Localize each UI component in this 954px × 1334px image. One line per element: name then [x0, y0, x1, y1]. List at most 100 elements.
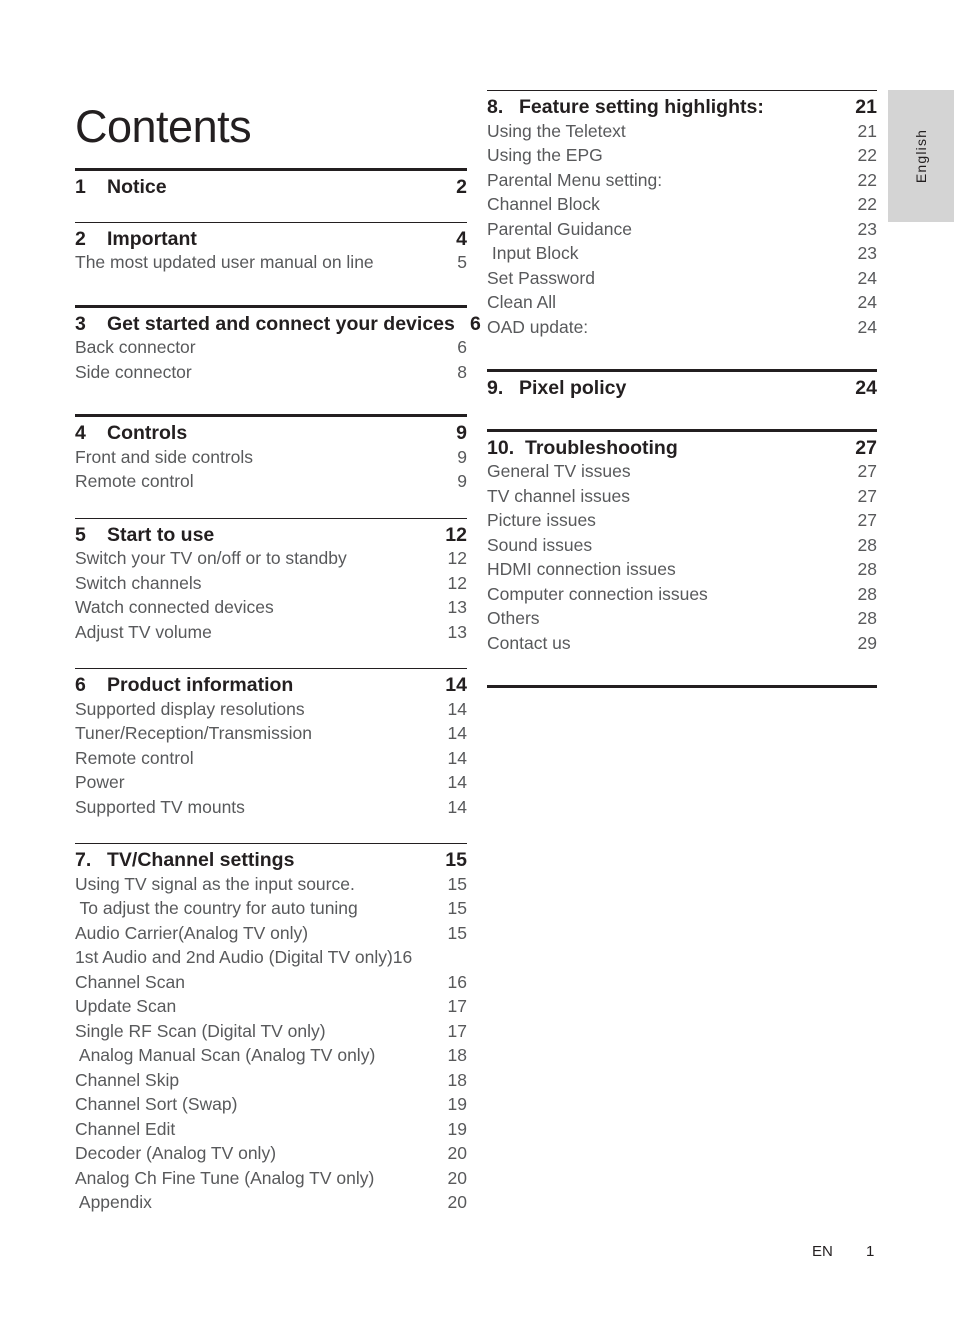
toc-section-heading[interactable]: 7. TV/Channel settings 15	[75, 849, 467, 871]
toc-subitem[interactable]: Tuner/Reception/Transmission 14	[75, 721, 467, 746]
subitem-label: Switch your TV on/off or to standby	[75, 548, 347, 568]
subitem-label: 1st Audio and 2nd Audio (Digital TV only…	[75, 947, 393, 967]
toc-subitem-list: Supported display resolutions 14 Tuner/Rec…	[75, 697, 467, 820]
toc-subitem[interactable]: Remote control 14	[75, 746, 467, 771]
toc-subitem[interactable]: Watch connected devices 13	[75, 595, 467, 620]
toc-subitem[interactable]: Power 14	[75, 770, 467, 795]
toc-section-heading[interactable]: 6 Product information 14	[75, 674, 467, 696]
toc-subitem[interactable]: Switch channels 12	[75, 571, 467, 596]
toc-subitem[interactable]: Audio Carrier(Analog TV only) 15	[75, 921, 467, 946]
subitem-page-number: 6	[457, 337, 467, 357]
section-title: Pixel policy	[519, 377, 627, 399]
section-page-number: 21	[855, 96, 877, 118]
toc-subitem[interactable]: 1st Audio and 2nd Audio (Digital TV only…	[75, 945, 467, 970]
toc-subitem[interactable]: Supported display resolutions 14	[75, 697, 467, 722]
toc-subitem[interactable]: Supported TV mounts 14	[75, 795, 467, 820]
subitem-label: Back connector	[75, 337, 196, 357]
section-number: 7.	[75, 849, 92, 871]
subitem-label: Using TV signal as the input source.	[75, 873, 355, 894]
toc-subitem[interactable]: Front and side controls 9	[75, 445, 467, 470]
subitem-label: Using the EPG	[487, 145, 603, 165]
toc-subitem[interactable]: Channel Edit 19	[75, 1117, 467, 1142]
toc-subitem[interactable]: Channel Skip 18	[75, 1068, 467, 1093]
section-number: 2	[75, 227, 86, 250]
toc-subitem[interactable]: Set Password 24	[487, 266, 877, 291]
toc-subitem[interactable]: Input Block 23	[487, 241, 877, 266]
section-title: Start to use	[107, 523, 215, 546]
toc-subitem[interactable]: Computer connection issues 28	[487, 582, 877, 607]
toc-subitem[interactable]: Appendix 20	[75, 1190, 467, 1215]
toc-subitem[interactable]: Adjust TV volume 13	[75, 620, 467, 645]
toc-subitem[interactable]: Remote control 9	[75, 469, 467, 494]
toc-subitem[interactable]: To adjust the country for auto tuning 15	[75, 896, 467, 921]
toc-subitem[interactable]: Back connector 6	[75, 335, 467, 360]
section-title: TV/Channel settings	[107, 849, 295, 871]
toc-subitem[interactable]: Channel Sort (Swap) 19	[75, 1092, 467, 1117]
section-title: Important	[107, 227, 197, 250]
toc-subitem[interactable]: Using TV signal as the input source. 15	[75, 872, 467, 897]
subitem-page-number: 27	[857, 461, 877, 481]
toc-section-heading[interactable]: 3 Get started and connect your devices 6	[75, 314, 481, 335]
subitem-page-number: 9	[457, 471, 467, 491]
subitem-label: HDMI connection issues	[487, 559, 676, 579]
section-page-number: 14	[445, 674, 467, 696]
toc-subitem[interactable]: Clean All 24	[487, 290, 877, 315]
subitem-page-number: 5	[457, 252, 467, 272]
toc-subitem-list: Using the Teletext 21 Using the EPG 22 Paren…	[487, 119, 877, 340]
toc-subitem[interactable]: Picture issues 27	[487, 508, 877, 533]
subitem-page-number: 15	[447, 898, 467, 918]
toc-subitem[interactable]: TV channel issues 27	[487, 484, 877, 509]
subitem-page-number: 20	[447, 1167, 467, 1188]
subitem-label: TV channel issues	[487, 485, 630, 506]
toc-subitem[interactable]: Parental Menu setting: 22	[487, 168, 877, 193]
toc-subitem[interactable]: Others 28	[487, 606, 877, 631]
toc-section-heading[interactable]: 1 Notice 2	[75, 177, 467, 198]
toc-subitem[interactable]: Using the EPG 22	[487, 143, 877, 168]
toc-subitem[interactable]: OAD update: 24	[487, 315, 877, 340]
section-number: 8.	[487, 96, 504, 118]
toc-subitem[interactable]: Channel Scan 16	[75, 970, 467, 995]
toc-section-heading[interactable]: 4 Controls 9	[75, 423, 467, 444]
toc-section-heading[interactable]: 9. Pixel policy 24	[487, 377, 877, 399]
section-title: Troubleshooting	[525, 436, 678, 459]
toc-subitem[interactable]: Analog Manual Scan (Analog TV only) 18	[75, 1043, 467, 1068]
subitem-label: Picture issues	[487, 510, 596, 530]
toc-subitem[interactable]: General TV issues 27	[487, 459, 877, 484]
toc-subitem[interactable]: Decoder (Analog TV only) 20	[75, 1141, 467, 1166]
toc-subitem[interactable]: HDMI connection issues 28	[487, 557, 877, 582]
toc-section-heading[interactable]: 8. Feature setting highlights: 21	[487, 96, 877, 118]
subitem-page-number: 17	[447, 996, 467, 1016]
toc-subitem[interactable]: The most updated user manual on line 5	[75, 250, 467, 275]
toc-section-heading[interactable]: 10. Troubleshooting 27	[487, 436, 877, 459]
toc-section-heading[interactable]: 2 Important 4	[75, 227, 467, 250]
footer-page-number: 1	[866, 1243, 875, 1260]
subitem-label: Audio Carrier(Analog TV only)	[75, 922, 309, 943]
toc-subitem[interactable]: Using the Teletext 21	[487, 119, 877, 144]
subitem-label: Channel Edit	[75, 1118, 176, 1139]
subitem-page-number: 16	[392, 947, 413, 967]
subitem-page-number: 12	[447, 572, 467, 593]
section-page-number: 24	[855, 377, 877, 399]
subitem-page-number: 27	[857, 510, 877, 530]
toc-subitem[interactable]: Contact us 29	[487, 631, 877, 656]
subitem-page-number: 24	[857, 292, 877, 312]
toc-subitem[interactable]: Switch your TV on/off or to standby 12	[75, 546, 467, 571]
toc-subitem[interactable]: Side connector 8	[75, 360, 467, 385]
subitem-label: Channel Sort (Swap)	[75, 1094, 238, 1114]
subitem-label: Tuner/Reception/Transmission	[75, 723, 312, 743]
subitem-label: Supported display resolutions	[75, 698, 305, 719]
section-page-number: 4	[456, 227, 467, 250]
toc-subitem[interactable]: Single RF Scan (Digital TV only) 17	[75, 1019, 467, 1044]
subitem-label: Supported TV mounts	[75, 796, 245, 817]
subitem-page-number: 15	[447, 873, 467, 894]
toc-subitem[interactable]: Sound issues 28	[487, 533, 877, 558]
subitem-label: Remote control	[75, 471, 194, 491]
toc-subitem[interactable]: Parental Guidance 23	[487, 217, 877, 242]
toc-subitem[interactable]: Channel Block 22	[487, 192, 877, 217]
subitem-page-number: 18	[447, 1069, 467, 1090]
toc-section-heading[interactable]: 5 Start to use 12	[75, 523, 467, 546]
toc-subitem[interactable]: Update Scan 17	[75, 994, 467, 1019]
subitem-label: Side connector	[75, 361, 192, 382]
toc-subitem[interactable]: Analog Ch Fine Tune (Analog TV only) 20	[75, 1166, 467, 1191]
subitem-page-number: 12	[447, 548, 467, 568]
